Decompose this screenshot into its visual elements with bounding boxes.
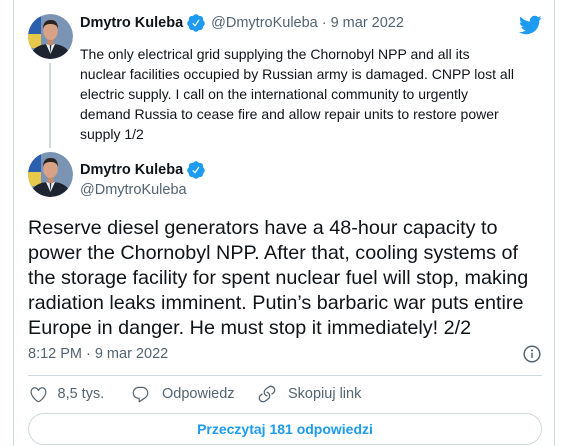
author-row: Dmytro Kuleba @DmytroKuleba · 9 mar 2022 bbox=[80, 13, 404, 33]
read-replies-button[interactable]: Przeczytaj 181 odpowiedzi bbox=[28, 413, 542, 445]
tweet-text-line: nuclear facilities occupied by Russian a… bbox=[80, 66, 514, 82]
tweet-text-line: power the Chornobyl NPP. After that, coo… bbox=[28, 242, 519, 264]
thread-connector-line bbox=[49, 63, 51, 148]
tweet-text-line: Reserve diesel generators have a 48-hour… bbox=[28, 217, 498, 239]
tweet-text-line: The only electrical grid supplying the C… bbox=[80, 46, 470, 62]
author-handle[interactable]: @DmytroKuleba bbox=[80, 180, 187, 200]
separator: · bbox=[86, 346, 91, 362]
tweet-text-line: demand Russia to cease fire and allow re… bbox=[80, 106, 499, 122]
tweet-time[interactable]: 8:12 PM bbox=[28, 344, 82, 364]
like-count[interactable]: 8,5 tys. bbox=[58, 386, 105, 402]
heart-icon[interactable] bbox=[29, 385, 48, 404]
info-icon[interactable] bbox=[523, 345, 541, 363]
author-name[interactable]: Dmytro Kuleba bbox=[80, 13, 183, 33]
tweet-text: The only electrical grid supplying the C… bbox=[80, 44, 514, 144]
like-button[interactable]: 8,5 tys. bbox=[28, 383, 104, 405]
tweet-date[interactable]: 9 mar 2022 bbox=[95, 344, 168, 364]
verified-badge-icon bbox=[187, 14, 205, 32]
author-row: Dmytro Kuleba bbox=[80, 160, 206, 180]
tweet-text-line: radiation leaks imminent. Putin’s barbar… bbox=[28, 292, 524, 314]
link-icon[interactable] bbox=[257, 384, 277, 404]
avatar[interactable] bbox=[28, 152, 73, 197]
divider bbox=[28, 375, 542, 376]
copy-link-button[interactable]: Skopiuj link bbox=[257, 383, 361, 405]
tweet-text-line: the storage facility for spent nuclear f… bbox=[28, 267, 529, 289]
copy-link-label[interactable]: Skopiuj link bbox=[288, 386, 361, 402]
read-replies-label[interactable]: Przeczytaj 181 odpowiedzi bbox=[197, 421, 373, 437]
tweet-text-line: supply 1/2 bbox=[80, 126, 144, 142]
tweet-text-line: Europe in danger. He must stop it immedi… bbox=[28, 317, 472, 339]
tweet-timestamp[interactable]: 8:12 PM · 9 mar 2022 bbox=[28, 344, 168, 364]
twitter-bird-icon[interactable] bbox=[518, 13, 542, 37]
author-handle[interactable]: @DmytroKuleba bbox=[211, 13, 318, 33]
reply-icon[interactable] bbox=[131, 385, 150, 404]
author-name[interactable]: Dmytro Kuleba bbox=[80, 160, 183, 180]
separator: · bbox=[321, 15, 327, 31]
tweet-text: Reserve diesel generators have a 48-hour… bbox=[28, 216, 528, 341]
verified-badge-icon bbox=[187, 161, 205, 179]
tweet-date[interactable]: 9 mar 2022 bbox=[331, 13, 404, 33]
avatar[interactable] bbox=[28, 14, 73, 59]
tweet-text-line: electric supply. I call on the internati… bbox=[80, 86, 469, 102]
reply-label[interactable]: Odpowiedz bbox=[162, 386, 235, 402]
reply-button[interactable]: Odpowiedz bbox=[131, 383, 235, 405]
